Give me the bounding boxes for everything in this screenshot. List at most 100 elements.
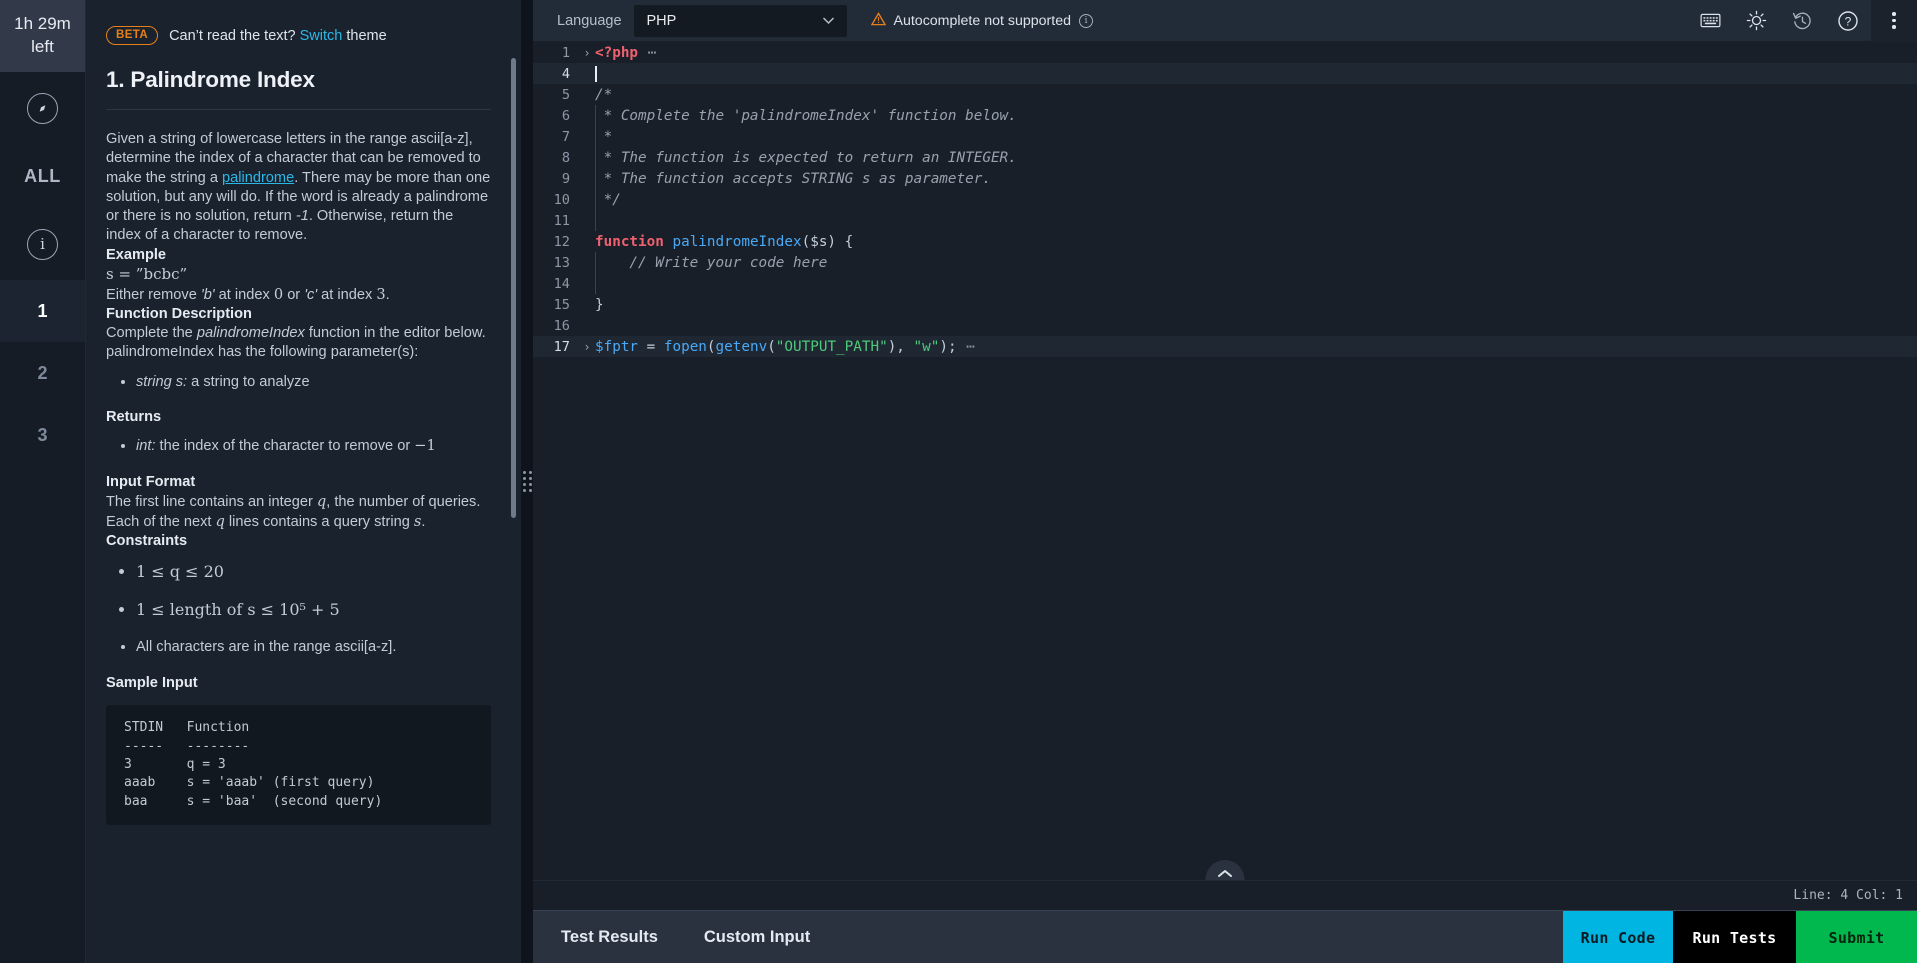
return-desc: the index of the character to remove or (155, 438, 415, 455)
keyboard-shortcuts-button[interactable] (1687, 0, 1733, 42)
svg-text:?: ? (1845, 14, 1852, 28)
input-format-text: The first line contains an integer q, th… (106, 492, 491, 533)
code-line[interactable]: 11 (533, 210, 1917, 231)
fold-arrow-icon[interactable]: › (579, 341, 595, 353)
info-nav-button[interactable]: i (0, 208, 85, 280)
code-editor[interactable]: 1 › <?php ⋯ 4 5/* 6 * Complete the 'palindrom… (533, 42, 1917, 880)
line-col-indicator: Line: 4 Col: 1 (1793, 888, 1903, 903)
code-token: $fptr (595, 338, 639, 355)
compass-nav-button[interactable] (0, 72, 85, 144)
indent-guide (595, 189, 596, 210)
example-text-b: at index (214, 286, 274, 303)
code-token: getenv (715, 338, 768, 355)
line-number: 10 (553, 191, 570, 208)
code-line[interactable]: 7 * (533, 126, 1917, 147)
sidebar-item-question-1[interactable]: 1 (0, 280, 85, 342)
code-text: * The function accepts STRING s as param… (595, 171, 991, 187)
language-label: Language (557, 12, 622, 29)
sample-input-code: STDIN Function ----- -------- 3 q = 3 aa… (106, 705, 491, 826)
action-buttons: Run Code Run Tests Submit (1563, 911, 1917, 963)
code-token: = (638, 338, 664, 355)
brightness-toggle-button[interactable] (1733, 0, 1779, 42)
function-description-heading: Function Description (106, 305, 252, 322)
tab-custom-input[interactable]: Custom Input (704, 928, 810, 947)
example-text-a: Either remove (106, 286, 201, 303)
line-number: 16 (553, 317, 570, 334)
submit-button[interactable]: Submit (1796, 911, 1917, 963)
code-line[interactable]: 4 (533, 63, 1917, 84)
chevron-down-icon (822, 14, 835, 28)
constraints-heading: Constraints (106, 533, 188, 550)
code-line[interactable]: 16 (533, 315, 1917, 336)
code-line[interactable]: 1 › <?php ⋯ (533, 42, 1917, 63)
run-tests-button[interactable]: Run Tests (1673, 911, 1796, 963)
code-text: */ (595, 192, 621, 208)
code-line[interactable]: 14 (533, 273, 1917, 294)
code-text: <?php ⋯ (595, 45, 657, 61)
run-code-button[interactable]: Run Code (1563, 911, 1673, 963)
info-circle-icon[interactable]: i (1078, 13, 1093, 28)
code-line[interactable]: 9 * The function accepts STRING s as par… (533, 168, 1917, 189)
kebab-menu-icon[interactable] (1871, 0, 1917, 42)
code-text: * The function is expected to return an … (595, 150, 1017, 166)
list-item: int: the index of the character to remov… (136, 436, 491, 456)
palindrome-link[interactable]: palindrome (222, 170, 294, 186)
code-token: ($s) { (801, 233, 854, 250)
history-button[interactable] (1779, 0, 1825, 42)
code-line[interactable]: 17 › $fptr = fopen(getenv("OUTPUT_PATH"), … (533, 336, 1917, 357)
code-token: ), (887, 338, 914, 355)
code-token: ⋯ (638, 44, 658, 61)
help-button[interactable]: ? (1825, 0, 1871, 42)
sidebar-item-question-2[interactable]: 2 (0, 342, 85, 404)
code-text: * (595, 129, 613, 145)
switch-theme-link[interactable]: Switch (300, 28, 343, 44)
input-format-heading: Input Format (106, 473, 196, 490)
line-number: 14 (553, 275, 570, 292)
list-item: All characters are in the range ascii[a-… (136, 637, 491, 657)
intro-neg-one: -1 (295, 208, 309, 224)
code-text (595, 65, 597, 82)
problem-scrollbar[interactable] (511, 58, 516, 518)
fold-arrow-icon[interactable]: › (579, 47, 595, 59)
code-line[interactable]: 10 */ (533, 189, 1917, 210)
example-explanation: Either remove 'b' at index 0 or 'c' at i… (106, 285, 491, 305)
code-token: "w" (913, 338, 940, 355)
example-heading: Example (106, 246, 167, 263)
code-line[interactable]: 12 function palindromeIndex($s) { (533, 231, 1917, 252)
tab-test-results[interactable]: Test Results (561, 928, 658, 947)
sidebar-item-question-3[interactable]: 3 (0, 404, 85, 466)
code-line[interactable]: 8 * The function is expected to return a… (533, 147, 1917, 168)
warning-triangle-icon (870, 12, 886, 29)
panel-resize-handle[interactable] (521, 0, 533, 963)
theme-switch-banner: BETA Can’t read the text? Switch theme (106, 26, 491, 45)
code-line[interactable]: 13 // Write your code here (533, 252, 1917, 273)
autocomplete-warning-text: Autocomplete not supported (893, 12, 1071, 29)
code-line[interactable]: 5 /* (533, 84, 1917, 105)
example-text-c: or (283, 286, 305, 303)
compass-icon (27, 92, 58, 124)
code-token: ( (706, 338, 716, 355)
sample-input-heading: Sample Input (106, 674, 198, 691)
line-number: 8 (561, 149, 570, 166)
code-line[interactable]: 15} (533, 294, 1917, 315)
inputformat-c: lines contains a query string (224, 514, 414, 531)
code-text: } (595, 297, 604, 313)
example-text-e: . (385, 286, 390, 303)
funcdesc-a: Complete the (106, 325, 197, 342)
list-item: 1 ≤ q ≤ 20 (136, 561, 491, 583)
line-number: 9 (561, 170, 570, 187)
page-title: 1. Palindrome Index (106, 67, 491, 110)
autocomplete-warning: Autocomplete not supported i (870, 12, 1093, 29)
code-text: // Write your code here (595, 255, 827, 271)
list-item: string s: a string to analyze (136, 372, 491, 392)
timer-line1: 1h 29m left (14, 14, 71, 56)
example-text-d: at index (317, 286, 377, 303)
rail-all-label[interactable]: ALL (0, 144, 85, 208)
theme-switch-prefix: Can’t read the text? (169, 27, 300, 44)
code-line[interactable]: 6 * Complete the 'palindromeIndex' funct… (533, 105, 1917, 126)
language-select[interactable]: PHP (633, 4, 847, 37)
collapse-console-button[interactable] (1205, 860, 1245, 880)
problem-body: Given a string of lowercase letters in t… (106, 130, 491, 826)
editor-toolbar-actions: ? (1687, 0, 1917, 42)
line-number: 15 (553, 296, 570, 313)
